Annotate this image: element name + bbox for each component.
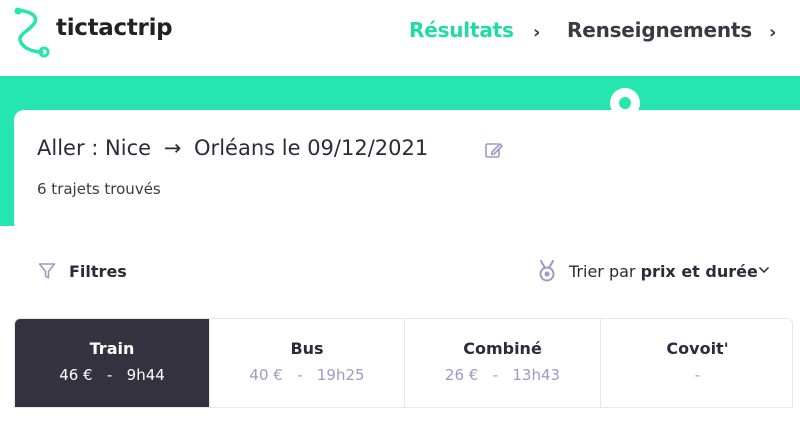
tab-carpool[interactable]: Covoit' - xyxy=(600,319,792,407)
trip-destination: Orléans xyxy=(194,136,276,160)
tab-price-duration: 26 € - 13h43 xyxy=(444,366,561,384)
tab-price-duration: 46 € - 9h44 xyxy=(59,366,165,384)
trip-title: Aller : Nice → Orléans le 09/12/2021 xyxy=(37,136,428,160)
filters-button[interactable]: Filtres xyxy=(69,262,127,281)
chevron-right-icon: › xyxy=(533,22,541,43)
brand-name[interactable]: tictactrip xyxy=(56,15,173,41)
tab-price-duration: 40 € - 19h25 xyxy=(249,366,365,384)
trip-date: le 09/12/2021 xyxy=(281,136,429,160)
tab-label: Bus xyxy=(290,339,324,358)
step-results[interactable]: Résultats xyxy=(409,18,514,42)
top-header: tictactrip Résultats › Renseignements › xyxy=(0,0,800,76)
trip-prefix: Aller : xyxy=(37,136,99,160)
sort-selector[interactable]: Trier par prix et durée xyxy=(569,262,758,281)
step-details[interactable]: Renseignements xyxy=(567,18,752,42)
tab-price-duration: - xyxy=(694,366,701,384)
tab-label: Combiné xyxy=(463,339,542,358)
arrow-icon: → xyxy=(163,136,182,160)
sort-prefix: Trier par xyxy=(569,262,636,281)
tab-label: Train xyxy=(89,339,135,358)
results-count: 6 trajets trouvés xyxy=(37,180,161,198)
filter-icon[interactable] xyxy=(38,262,56,280)
transport-tabs: Train 46 € - 9h44 Bus 40 € - 19h25 Combi… xyxy=(14,318,793,408)
sort-value: prix et durée xyxy=(640,262,758,281)
edit-icon[interactable] xyxy=(484,140,504,160)
chevron-down-icon[interactable] xyxy=(758,264,770,276)
tab-bus[interactable]: Bus 40 € - 19h25 xyxy=(209,319,404,407)
chevron-right-icon: › xyxy=(769,22,777,43)
tab-combined[interactable]: Combiné 26 € - 13h43 xyxy=(404,319,600,407)
tab-label: Covoit' xyxy=(666,339,729,358)
logo-icon[interactable] xyxy=(12,6,52,60)
trip-origin: Nice xyxy=(105,136,152,160)
medal-icon xyxy=(539,260,555,282)
tab-train[interactable]: Train 46 € - 9h44 xyxy=(15,319,209,407)
